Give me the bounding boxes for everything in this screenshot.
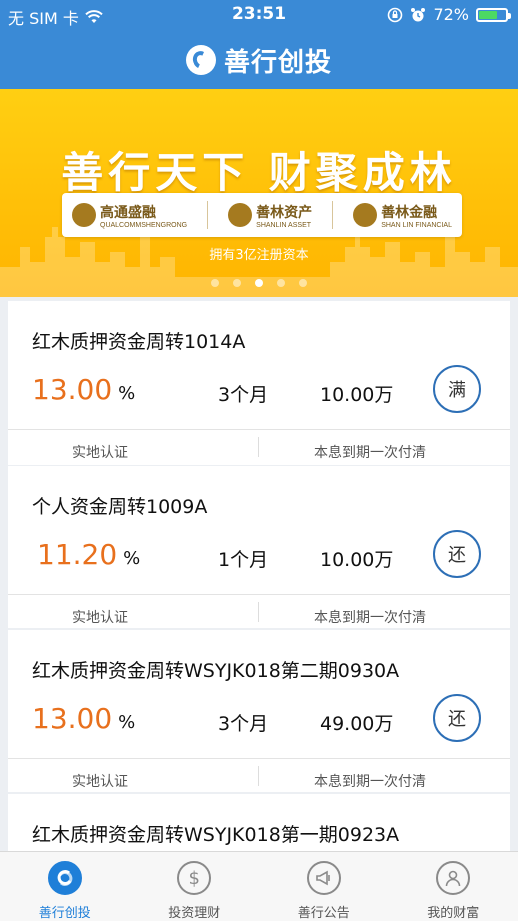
- loan-term: 1个月: [218, 545, 268, 572]
- brand-strip: 高通盛融QUALCOMMSHENGRONG 善林资产SHANLIN ASSET …: [62, 193, 462, 237]
- annual-rate: 13.00%: [32, 373, 135, 406]
- tab-my-wealth[interactable]: 我的财富: [389, 852, 518, 921]
- alarm-icon: [410, 7, 426, 23]
- megaphone-icon: [307, 861, 341, 895]
- tab-label: 投资理财: [130, 902, 260, 921]
- verification-tag: 实地认证: [72, 442, 128, 462]
- brand-shanlin-asset: 善林资产SHANLIN ASSET: [228, 202, 312, 229]
- product-tags: 实地认证 本息到期一次付清: [8, 595, 510, 630]
- tab-label: 我的财富: [389, 902, 518, 921]
- product-card[interactable]: 红木质押资金周转WSYJK018第二期0930A 13.00% 3个月 49.0…: [8, 630, 510, 792]
- product-card[interactable]: 红木质押资金周转1014A 13.00% 3个月 10.00万 满 实地认证 本…: [8, 301, 510, 465]
- carousel-dot[interactable]: [255, 279, 263, 287]
- loan-amount: 10.00万: [320, 545, 393, 572]
- gaotong-logo-icon: [72, 203, 96, 227]
- loan-term: 3个月: [218, 380, 268, 407]
- dollar-coin-icon: $: [177, 861, 211, 895]
- product-tags: 实地认证 本息到期一次付清: [8, 759, 510, 794]
- product-status-button[interactable]: 还: [433, 530, 481, 578]
- page-title: 善行创投: [224, 42, 332, 79]
- bottom-tab-bar: 善行创投 $ 投资理财 善行公告 我的财富: [0, 851, 518, 921]
- brand-gaotong: 高通盛融QUALCOMMSHENGRONG: [72, 202, 187, 229]
- battery-icon: [476, 8, 508, 22]
- tab-announcements[interactable]: 善行公告: [259, 852, 389, 921]
- product-title: 红木质押资金周转1014A: [32, 327, 245, 354]
- product-title: 红木质押资金周转WSYJK018第一期0923A: [32, 820, 399, 847]
- battery-percent: 72%: [433, 5, 469, 24]
- tab-label: 善行创投: [0, 902, 130, 921]
- carousel-indicator[interactable]: [0, 279, 518, 287]
- product-title: 个人资金周转1009A: [32, 492, 207, 519]
- carousel-dot[interactable]: [233, 279, 241, 287]
- product-card[interactable]: 个人资金周转1009A 11.20% 1个月 10.00万 还 实地认证 本息到…: [8, 466, 510, 628]
- loan-amount: 10.00万: [320, 380, 393, 407]
- shanlin-asset-logo-icon: [228, 203, 252, 227]
- tab-shanxing[interactable]: 善行创投: [0, 852, 130, 921]
- verification-tag: 实地认证: [72, 607, 128, 627]
- top-bar: 无 SIM 卡 23:51 72% 善行创投: [0, 0, 518, 89]
- carousel-dot[interactable]: [211, 279, 219, 287]
- product-tags: 实地认证 本息到期一次付清: [8, 430, 510, 465]
- promo-banner[interactable]: 善行天下 财聚成林 高通盛融QUALCOMMSHENGRONG 善林资产SHAN…: [0, 89, 518, 297]
- brand-shanlin-financial: 善林金融SHAN LIN FINANCIAL: [353, 202, 452, 229]
- carousel-dot[interactable]: [277, 279, 285, 287]
- repayment-tag: 本息到期一次付清: [314, 442, 426, 462]
- tab-invest[interactable]: $ 投资理财: [130, 852, 260, 921]
- product-status-button[interactable]: 满: [433, 365, 481, 413]
- carousel-dot[interactable]: [299, 279, 307, 287]
- loan-term: 3个月: [218, 709, 268, 736]
- brand-divider: [332, 201, 333, 229]
- verification-tag: 实地认证: [72, 771, 128, 791]
- shanxing-logo-icon: [186, 45, 216, 75]
- annual-rate: 11.20%: [37, 538, 140, 571]
- banner-subtitle: 拥有3亿注册资本: [0, 244, 518, 263]
- shanxing-logo-icon: [48, 861, 82, 895]
- tab-label: 善行公告: [259, 902, 389, 921]
- loan-amount: 49.00万: [320, 709, 393, 736]
- product-title: 红木质押资金周转WSYJK018第二期0930A: [32, 656, 399, 683]
- banner-headline: 善行天下 财聚成林: [0, 139, 518, 200]
- rotation-lock-icon: [387, 7, 403, 23]
- user-icon: [436, 861, 470, 895]
- status-bar: 无 SIM 卡 23:51 72%: [0, 0, 518, 30]
- app-header: 善行创投: [0, 40, 518, 80]
- annual-rate: 13.00%: [32, 702, 135, 735]
- product-status-button[interactable]: 还: [433, 694, 481, 742]
- shanlin-financial-logo-icon: [353, 203, 377, 227]
- repayment-tag: 本息到期一次付清: [314, 771, 426, 791]
- brand-divider: [207, 201, 208, 229]
- repayment-tag: 本息到期一次付清: [314, 607, 426, 627]
